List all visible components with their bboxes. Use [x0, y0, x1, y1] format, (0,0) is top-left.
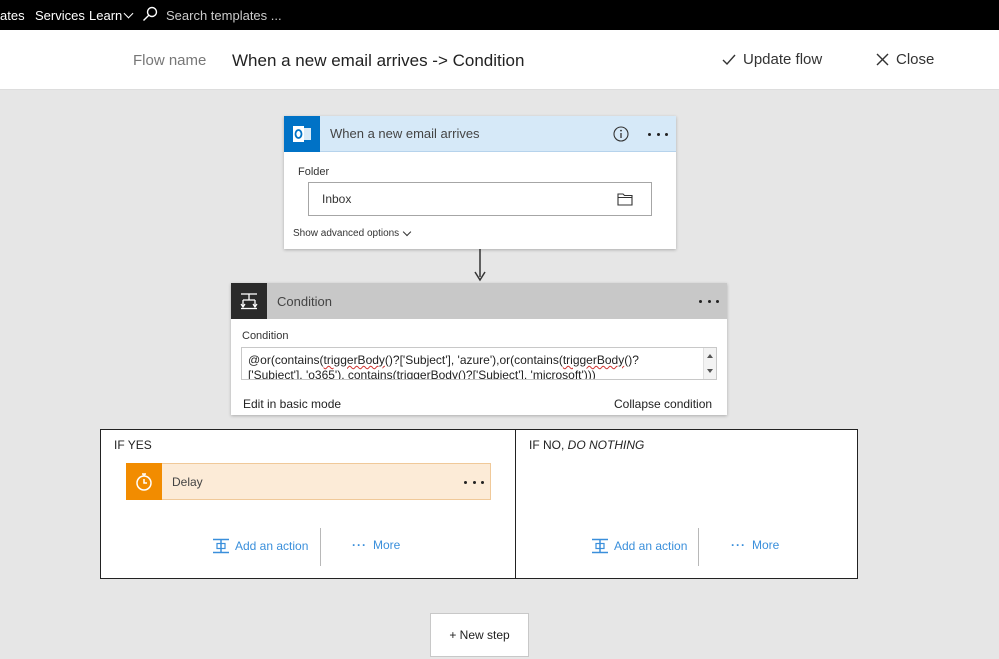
close-icon [876, 53, 889, 66]
condition-card-header[interactable]: Condition [231, 283, 727, 319]
ellipsis-icon: ··· [731, 538, 746, 552]
more-options-icon[interactable] [648, 124, 668, 144]
add-action-icon [592, 538, 608, 554]
folder-input[interactable]: Inbox [308, 182, 652, 216]
more-label: More [752, 538, 780, 552]
top-nav: ates Services Learn Search templates ... [0, 0, 999, 30]
add-action-icon [213, 538, 229, 554]
info-icon[interactable] [613, 126, 629, 142]
condition-label: Condition [242, 330, 289, 342]
timer-icon [126, 463, 162, 500]
search-input[interactable]: Search templates ... [166, 8, 282, 23]
condition-expression-line-1: @or(contains(triggerBody()?['Subject'], … [248, 353, 639, 367]
ellipsis-icon: ··· [352, 538, 367, 552]
collapse-condition-link[interactable]: Collapse condition [614, 397, 712, 411]
edit-in-basic-mode-link[interactable]: Edit in basic mode [243, 397, 341, 411]
more-options-icon[interactable] [699, 291, 719, 311]
flow-name-label: Flow name [133, 52, 207, 69]
new-step-label: + New step [449, 628, 510, 642]
nav-item-learn-label: Learn [89, 8, 123, 23]
connector-arrow [474, 249, 486, 282]
update-flow-button[interactable]: Update flow [722, 51, 822, 68]
condition-icon [231, 283, 267, 319]
chevron-down-icon [402, 227, 412, 236]
scroll-up-icon [707, 354, 713, 358]
close-label: Close [896, 51, 935, 68]
checkmark-icon [722, 54, 736, 65]
scrollbar[interactable] [703, 348, 716, 379]
search-icon[interactable] [142, 6, 158, 22]
more-label: More [373, 538, 401, 552]
nav-item-services[interactable]: Services [35, 8, 85, 23]
branch-no-title: IF NO, DO NOTHING [529, 438, 645, 452]
outlook-icon [284, 115, 320, 152]
scroll-down-icon [707, 369, 713, 373]
folder-icon[interactable] [617, 192, 633, 206]
trigger-card: When a new email arrives Folder Inbox Sh… [284, 115, 676, 249]
branch-if-no: IF NO, DO NOTHING Add an action ··· More [515, 429, 858, 579]
nav-item-learn[interactable]: Learn [89, 8, 134, 23]
show-advanced-options-label: Show advanced options [293, 228, 400, 239]
add-an-action-button[interactable]: Add an action [591, 538, 687, 554]
add-an-action-label: Add an action [235, 539, 309, 553]
chevron-down-icon [123, 8, 134, 19]
trigger-title: When a new email arrives [330, 126, 480, 141]
condition-expression-line-2: ['Subject'], 'o365'), contains(triggerBo… [248, 368, 596, 380]
show-advanced-options-link[interactable]: Show advanced options [293, 227, 412, 239]
divider [320, 528, 321, 566]
folder-value: Inbox [322, 192, 352, 206]
add-an-action-button[interactable]: Add an action [212, 538, 308, 554]
delay-action-card[interactable]: Delay [126, 463, 491, 500]
branch-if-yes: IF YES Delay Add an action ··· More [100, 429, 516, 579]
condition-title: Condition [277, 293, 332, 309]
folder-label: Folder [298, 166, 330, 178]
more-button[interactable]: ··· More [352, 538, 400, 552]
add-an-action-label: Add an action [614, 539, 688, 553]
divider [698, 528, 699, 566]
new-step-button[interactable]: + New step [430, 613, 529, 657]
nav-item-templates[interactable]: ates [0, 8, 25, 23]
update-flow-label: Update flow [743, 51, 823, 68]
branch-yes-title: IF YES [114, 438, 152, 452]
more-options-icon[interactable] [464, 472, 484, 492]
flow-name-field[interactable]: When a new email arrives -> Condition [232, 51, 524, 71]
delay-title: Delay [172, 474, 203, 489]
condition-expression-input[interactable]: @or(contains(triggerBody()?['Subject'], … [241, 347, 717, 380]
trigger-card-header[interactable]: When a new email arrives [284, 115, 676, 152]
flow-header: Flow name When a new email arrives -> Co… [0, 30, 999, 90]
close-button[interactable]: Close [876, 51, 934, 68]
more-button[interactable]: ··· More [731, 538, 779, 552]
condition-card: Condition Condition @or(contains(trigger… [231, 283, 727, 415]
